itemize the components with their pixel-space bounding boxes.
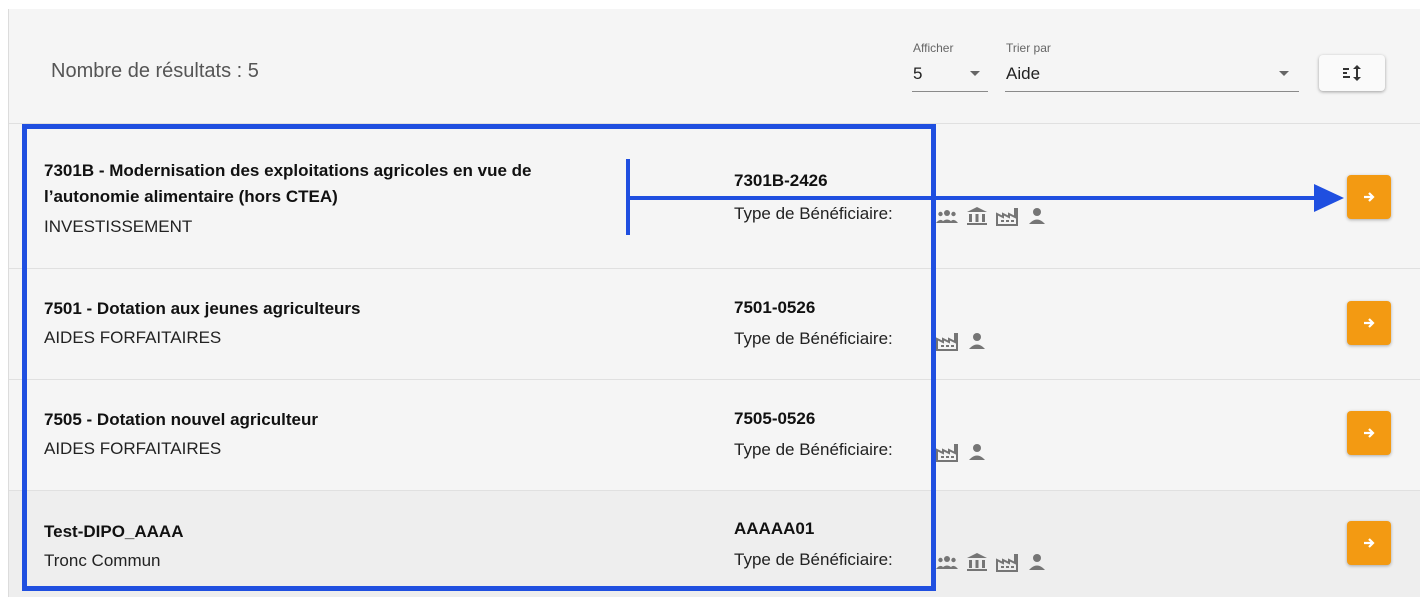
arrow-right-icon — [1364, 192, 1375, 202]
row-title-line: l’autonomie alimentaire (hors CTEA) — [44, 187, 338, 206]
beneficiary-type-label: Type de Bénéficiaire: — [734, 329, 893, 348]
group-icon — [936, 205, 958, 227]
row-subtitle: Tronc Commun — [44, 551, 161, 570]
afficher-label: Afficher — [913, 41, 954, 55]
afficher-select[interactable]: 5 — [913, 64, 922, 84]
row-code: 7301B-2426 — [734, 171, 828, 190]
trier-par-select[interactable]: Aide — [1006, 64, 1040, 84]
beneficiary-type-label: Type de Bénéficiaire: — [734, 204, 893, 223]
institution-icon — [966, 205, 988, 227]
trier-par-chevron-down-icon[interactable] — [1279, 71, 1289, 76]
factory-icon — [996, 205, 1018, 227]
person-icon — [1026, 551, 1048, 573]
row-subtitle: AIDES FORFAITAIRES — [44, 328, 222, 347]
open-arrow-button[interactable] — [1347, 301, 1391, 345]
factory-icon — [996, 551, 1018, 573]
open-arrow-button[interactable] — [1347, 175, 1391, 219]
arrow-right-icon — [1364, 538, 1375, 548]
institution-icon — [966, 551, 988, 573]
result-row — [9, 379, 1420, 490]
beneficiary-icons — [936, 205, 1048, 227]
beneficiary-type-label: Type de Bénéficiaire: — [734, 550, 893, 569]
trier-par-underline — [1005, 91, 1299, 92]
sort-direction-button[interactable] — [1319, 55, 1385, 91]
open-arrow-button[interactable] — [1347, 411, 1391, 455]
person-icon — [1026, 205, 1048, 227]
group-icon — [936, 551, 958, 573]
row-title: 7301B - Modernisation des exploitations … — [44, 158, 644, 210]
beneficiary-icons — [936, 330, 988, 352]
row-title-line: 7301B - Modernisation des exploitations … — [44, 161, 532, 180]
factory-icon — [936, 441, 958, 463]
result-row — [9, 268, 1420, 379]
trier-par-label: Trier par — [1006, 41, 1051, 55]
row-code: 7501-0526 — [734, 298, 816, 317]
arrow-right-icon — [1364, 428, 1375, 438]
row-title: 7505 - Dotation nouvel agriculteur — [44, 410, 318, 429]
row-title: Test-DIPO_AAAA — [44, 522, 184, 541]
arrow-right-icon — [1364, 318, 1375, 328]
open-arrow-button[interactable] — [1347, 521, 1391, 565]
results-count: Nombre de résultats : 5 — [51, 60, 259, 82]
row-code: 7505-0526 — [734, 409, 816, 428]
beneficiary-icons — [936, 551, 1048, 573]
factory-icon — [936, 330, 958, 352]
person-icon — [966, 441, 988, 463]
person-icon — [966, 330, 988, 352]
row-title: 7501 - Dotation aux jeunes agriculteurs — [44, 299, 361, 318]
afficher-chevron-down-icon[interactable] — [970, 71, 980, 76]
afficher-underline — [912, 91, 988, 92]
row-subtitle: INVESTISSEMENT — [44, 217, 193, 236]
row-code: AAAAA01 — [734, 519, 815, 538]
row-subtitle: AIDES FORFAITAIRES — [44, 439, 222, 458]
beneficiary-icons — [936, 441, 988, 463]
beneficiary-type-label: Type de Bénéficiaire: — [734, 440, 893, 459]
sort-direction-icon — [1343, 65, 1361, 81]
